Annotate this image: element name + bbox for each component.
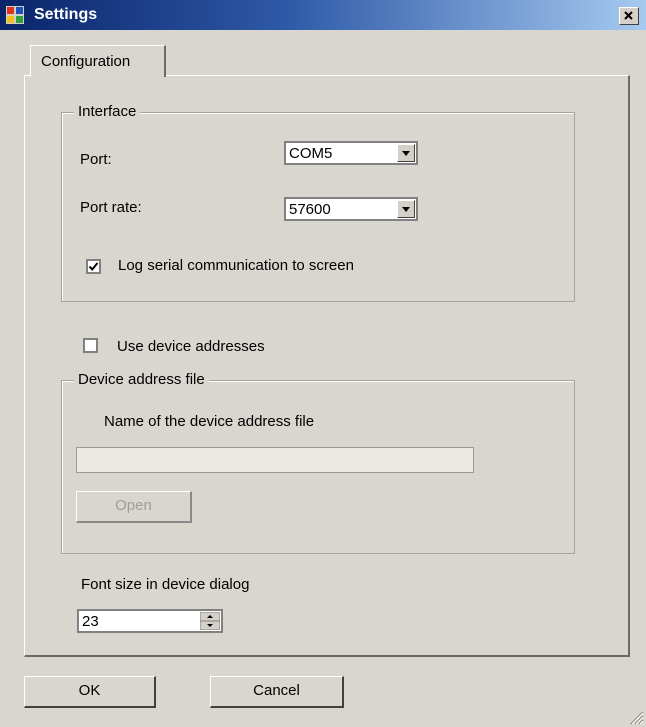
device-address-file-name-label: Name of the device address file (104, 413, 315, 430)
port-rate-select-value: 57600 (289, 201, 331, 218)
port-rate-select[interactable]: 57600 (284, 197, 418, 221)
tab-panel-configuration: Interface Port: COM5 Port rate: 57600 Lo… (24, 75, 630, 657)
interface-legend: Interface (74, 103, 141, 120)
close-button[interactable] (619, 7, 639, 25)
resize-grip-icon[interactable] (626, 707, 644, 725)
font-size-value: 23 (82, 613, 99, 630)
chevron-down-icon (402, 151, 410, 156)
settings-window: Settings Configuration Interface Port: C… (0, 0, 646, 727)
font-size-label: Font size in device dialog (81, 576, 250, 593)
device-address-file-input[interactable] (76, 447, 474, 473)
use-device-addresses-checkbox[interactable] (83, 338, 98, 353)
ok-button[interactable]: OK (24, 676, 156, 708)
device-address-file-legend: Device address file (74, 371, 209, 388)
cancel-button-label: Cancel (253, 682, 300, 699)
spin-arrows-icon (200, 612, 220, 630)
font-size-spinner[interactable]: 23 (77, 609, 223, 633)
font-size-spin-buttons[interactable] (200, 612, 220, 630)
log-serial-checkbox[interactable] (86, 259, 101, 274)
settings-app-icon (6, 6, 24, 24)
close-icon (624, 11, 633, 20)
log-serial-label[interactable]: Log serial communication to screen (118, 257, 354, 274)
open-button[interactable]: Open (76, 491, 192, 523)
tab-configuration-label: Configuration (41, 53, 131, 70)
port-select-value: COM5 (289, 145, 333, 162)
port-label: Port: (80, 151, 112, 168)
title-bar[interactable]: Settings (0, 0, 646, 30)
interface-group: Interface Port: COM5 Port rate: 57600 Lo… (61, 103, 575, 302)
port-dropdown-button[interactable] (397, 144, 415, 162)
port-rate-label: Port rate: (80, 199, 142, 216)
device-address-file-group: Device address file Name of the device a… (61, 371, 575, 554)
chevron-down-icon (402, 207, 410, 212)
window-title: Settings (34, 6, 98, 23)
tab-configuration[interactable]: Configuration (30, 45, 166, 77)
port-rate-dropdown-button[interactable] (397, 200, 415, 218)
ok-button-label: OK (78, 682, 101, 699)
checkmark-icon (88, 262, 99, 272)
port-select[interactable]: COM5 (284, 141, 418, 165)
use-device-addresses-label[interactable]: Use device addresses (117, 338, 265, 355)
open-button-label: Open (115, 497, 152, 514)
cancel-button[interactable]: Cancel (210, 676, 344, 708)
